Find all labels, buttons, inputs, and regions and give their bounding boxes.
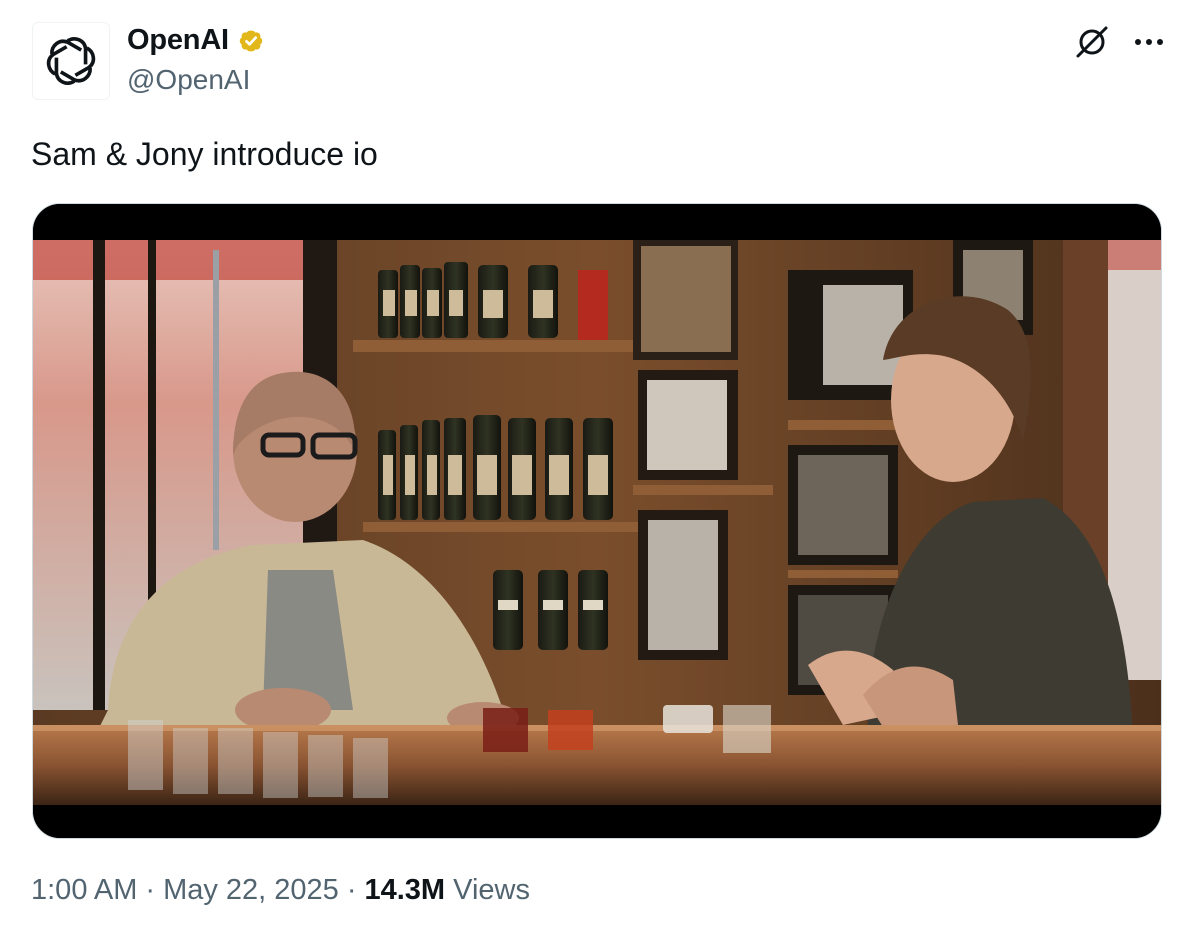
tweet-time[interactable]: 1:00 AM — [31, 874, 137, 906]
tweet-date[interactable]: May 22, 2025 — [163, 874, 339, 906]
openai-logo-icon — [46, 37, 96, 85]
views-count[interactable]: 14.3M — [364, 874, 445, 906]
scene — [33, 240, 1161, 805]
bottle-row-bottom — [493, 570, 608, 650]
tweet-media-video[interactable] — [32, 203, 1162, 839]
tweet: OpenAI @OpenAI Sam & Jony introduce io 1… — [0, 0, 1196, 930]
tweet-text: Sam & Jony introduce io — [31, 136, 378, 172]
more-horizontal-icon[interactable] — [1132, 28, 1166, 56]
author-handle[interactable]: @OpenAI — [127, 64, 250, 96]
tweet-meta: 1:00 AM · May 22, 2025 · 14.3M Views — [31, 874, 530, 907]
video-frame — [33, 204, 1161, 838]
grok-icon[interactable] — [1074, 24, 1110, 60]
views-label: Views — [453, 874, 530, 906]
display-name[interactable]: OpenAI — [127, 24, 229, 57]
avatar[interactable] — [32, 22, 110, 100]
meta-separator-views: · — [346, 874, 357, 906]
author-name-row[interactable]: OpenAI — [127, 24, 267, 57]
verified-badge-icon — [239, 30, 263, 51]
meta-separator: · — [145, 874, 156, 906]
